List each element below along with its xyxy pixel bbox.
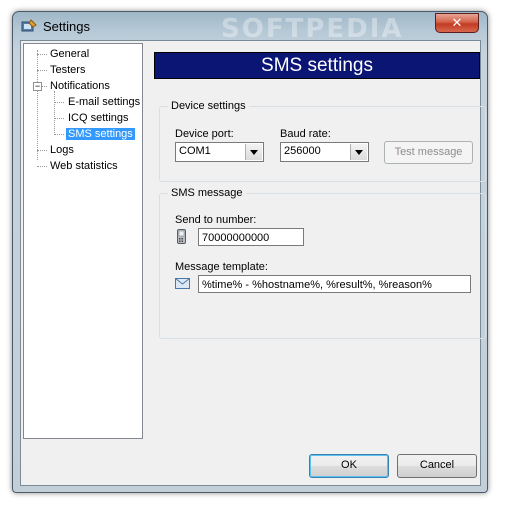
tree-line bbox=[37, 50, 38, 160]
tree-item-label: Logs bbox=[50, 144, 74, 156]
baud-rate-value: 256000 bbox=[284, 145, 321, 157]
client-area: − General Testers Notifications E-mail s… bbox=[20, 40, 486, 486]
tree-item-label: Testers bbox=[50, 64, 86, 76]
device-port-select[interactable]: COM1 bbox=[175, 142, 264, 162]
tree-item-web-statistics[interactable]: Web statistics bbox=[48, 159, 120, 174]
tree-item-logs[interactable]: Logs bbox=[48, 143, 76, 158]
title-bar[interactable]: Settings SOFTPEDIA ✕ bbox=[13, 12, 487, 44]
tree-line bbox=[37, 70, 47, 71]
tree-item-notifications[interactable]: Notifications bbox=[48, 79, 112, 94]
collapse-icon[interactable]: − bbox=[33, 82, 42, 91]
test-message-button[interactable]: Test message bbox=[384, 141, 473, 164]
group-title: SMS message bbox=[168, 186, 246, 200]
chevron-down-icon[interactable] bbox=[350, 144, 367, 160]
tree-line bbox=[37, 54, 47, 55]
tree-item-sms-settings[interactable]: SMS settings bbox=[66, 127, 135, 142]
tree-line bbox=[54, 91, 55, 135]
tree-item-email-settings[interactable]: E-mail settings bbox=[66, 95, 142, 110]
tree-item-testers[interactable]: Testers bbox=[48, 63, 87, 78]
settings-window: Settings SOFTPEDIA ✕ − General Testers N… bbox=[12, 11, 488, 493]
tree-line bbox=[37, 166, 47, 167]
send-to-number-field[interactable]: 70000000000 bbox=[198, 228, 304, 246]
tree-line bbox=[54, 118, 64, 119]
sms-message-group: SMS message Send to number: 70000000000 … bbox=[159, 186, 486, 339]
envelope-icon bbox=[175, 278, 190, 289]
tree-item-label: ICQ settings bbox=[68, 112, 129, 124]
chevron-down-icon[interactable] bbox=[245, 144, 262, 160]
mobile-phone-icon bbox=[177, 229, 186, 244]
settings-app-icon bbox=[21, 19, 37, 32]
device-port-value: COM1 bbox=[179, 145, 211, 157]
baud-rate-select[interactable]: 256000 bbox=[280, 142, 369, 162]
tree-item-icq-settings[interactable]: ICQ settings bbox=[66, 111, 131, 126]
baud-rate-label: Baud rate: bbox=[280, 128, 331, 140]
close-button[interactable]: ✕ bbox=[435, 13, 479, 33]
send-to-label: Send to number: bbox=[175, 214, 257, 226]
tree-item-label: E-mail settings bbox=[68, 96, 141, 108]
tree-line bbox=[42, 86, 47, 87]
device-port-label: Device port: bbox=[175, 128, 234, 140]
settings-page: SMS settings Device settings Device port… bbox=[146, 43, 486, 437]
page-title: SMS settings bbox=[154, 52, 480, 79]
tree-line bbox=[37, 150, 47, 151]
message-template-label: Message template: bbox=[175, 261, 268, 273]
tree-item-label: Web statistics bbox=[50, 160, 118, 172]
tree-item-label: General bbox=[50, 48, 90, 60]
window-title: Settings bbox=[43, 19, 90, 34]
group-title: Device settings bbox=[168, 99, 249, 113]
settings-tree[interactable]: − General Testers Notifications E-mail s… bbox=[23, 43, 143, 439]
tree-line bbox=[54, 102, 64, 103]
message-template-field[interactable]: %time% - %hostname%, %result%, %reason% bbox=[198, 275, 471, 293]
tree-item-label: SMS settings bbox=[66, 128, 135, 140]
cancel-button[interactable]: Cancel bbox=[397, 454, 477, 478]
tree-line bbox=[54, 134, 64, 135]
ok-button[interactable]: OK bbox=[309, 454, 389, 478]
device-settings-group: Device settings Device port: COM1 Baud r… bbox=[159, 99, 486, 182]
tree-item-label: Notifications bbox=[50, 80, 110, 92]
tree-item-general[interactable]: General bbox=[48, 47, 91, 62]
